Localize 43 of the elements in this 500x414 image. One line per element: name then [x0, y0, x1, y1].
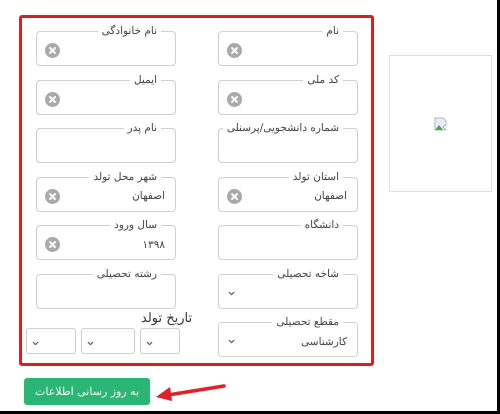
select-field[interactable] [26, 328, 76, 354]
field-label: تاریخ تولد [139, 311, 194, 327]
select-field[interactable]: شاخه تحصیلی [218, 268, 358, 308]
select-field[interactable] [140, 328, 180, 354]
field-value: اصفهان [132, 190, 165, 202]
text-field[interactable]: شهر محل تولد اصفهان [36, 170, 176, 212]
field-label: نام [325, 25, 340, 38]
text-field[interactable]: نام [218, 25, 358, 66]
text-field[interactable]: استان تولد اصفهان [218, 170, 358, 212]
clear-icon[interactable] [45, 92, 60, 106]
text-field[interactable]: رشته تحصیلی [36, 268, 176, 308]
select-field[interactable] [81, 328, 135, 354]
clear-icon[interactable] [227, 92, 242, 106]
field-label: مقطع تحصیلی [275, 316, 340, 329]
text-field[interactable]: نام خانوادگی [36, 25, 176, 66]
field-value: اصفهان [314, 190, 347, 202]
field-label: نام خانوادگی [100, 25, 158, 38]
field-label: کد ملی [306, 74, 340, 86]
clear-icon[interactable] [45, 188, 60, 204]
field-label: ایمیل [132, 74, 158, 86]
caret-icon [227, 337, 236, 346]
field-label: رشته تحصیلی [96, 268, 158, 280]
field-label: استان تولد [292, 170, 340, 184]
clear-icon[interactable] [45, 237, 60, 252]
field-label: سال ورود [113, 219, 158, 232]
clear-icon[interactable] [45, 43, 60, 58]
field-value: کارشناسی [301, 336, 347, 348]
broken-image-icon [434, 116, 448, 130]
clear-icon[interactable] [227, 188, 242, 204]
field-label: نام پدر [126, 122, 158, 135]
clear-icon[interactable] [227, 43, 242, 58]
text-field[interactable]: شماره دانشجویی/پرسنلی [218, 122, 358, 163]
field-label: دانشگاه [304, 219, 340, 232]
text-field[interactable]: سال ورود ۱۳۹۸ [36, 219, 176, 260]
field-label: شهر محل تولد [92, 170, 158, 184]
text-field[interactable]: ایمیل [36, 74, 176, 114]
text-field[interactable]: دانشگاه [218, 219, 358, 260]
text-field[interactable]: نام پدر [36, 122, 176, 163]
text-field[interactable]: کد ملی [218, 74, 358, 114]
field-value: ۱۳۹۸ [142, 238, 165, 250]
field-label: شماره دانشجویی/پرسنلی [226, 122, 340, 135]
field-label: شاخه تحصیلی [276, 268, 340, 280]
select-field[interactable]: مقطع تحصیلی کارشناسی [218, 316, 358, 357]
